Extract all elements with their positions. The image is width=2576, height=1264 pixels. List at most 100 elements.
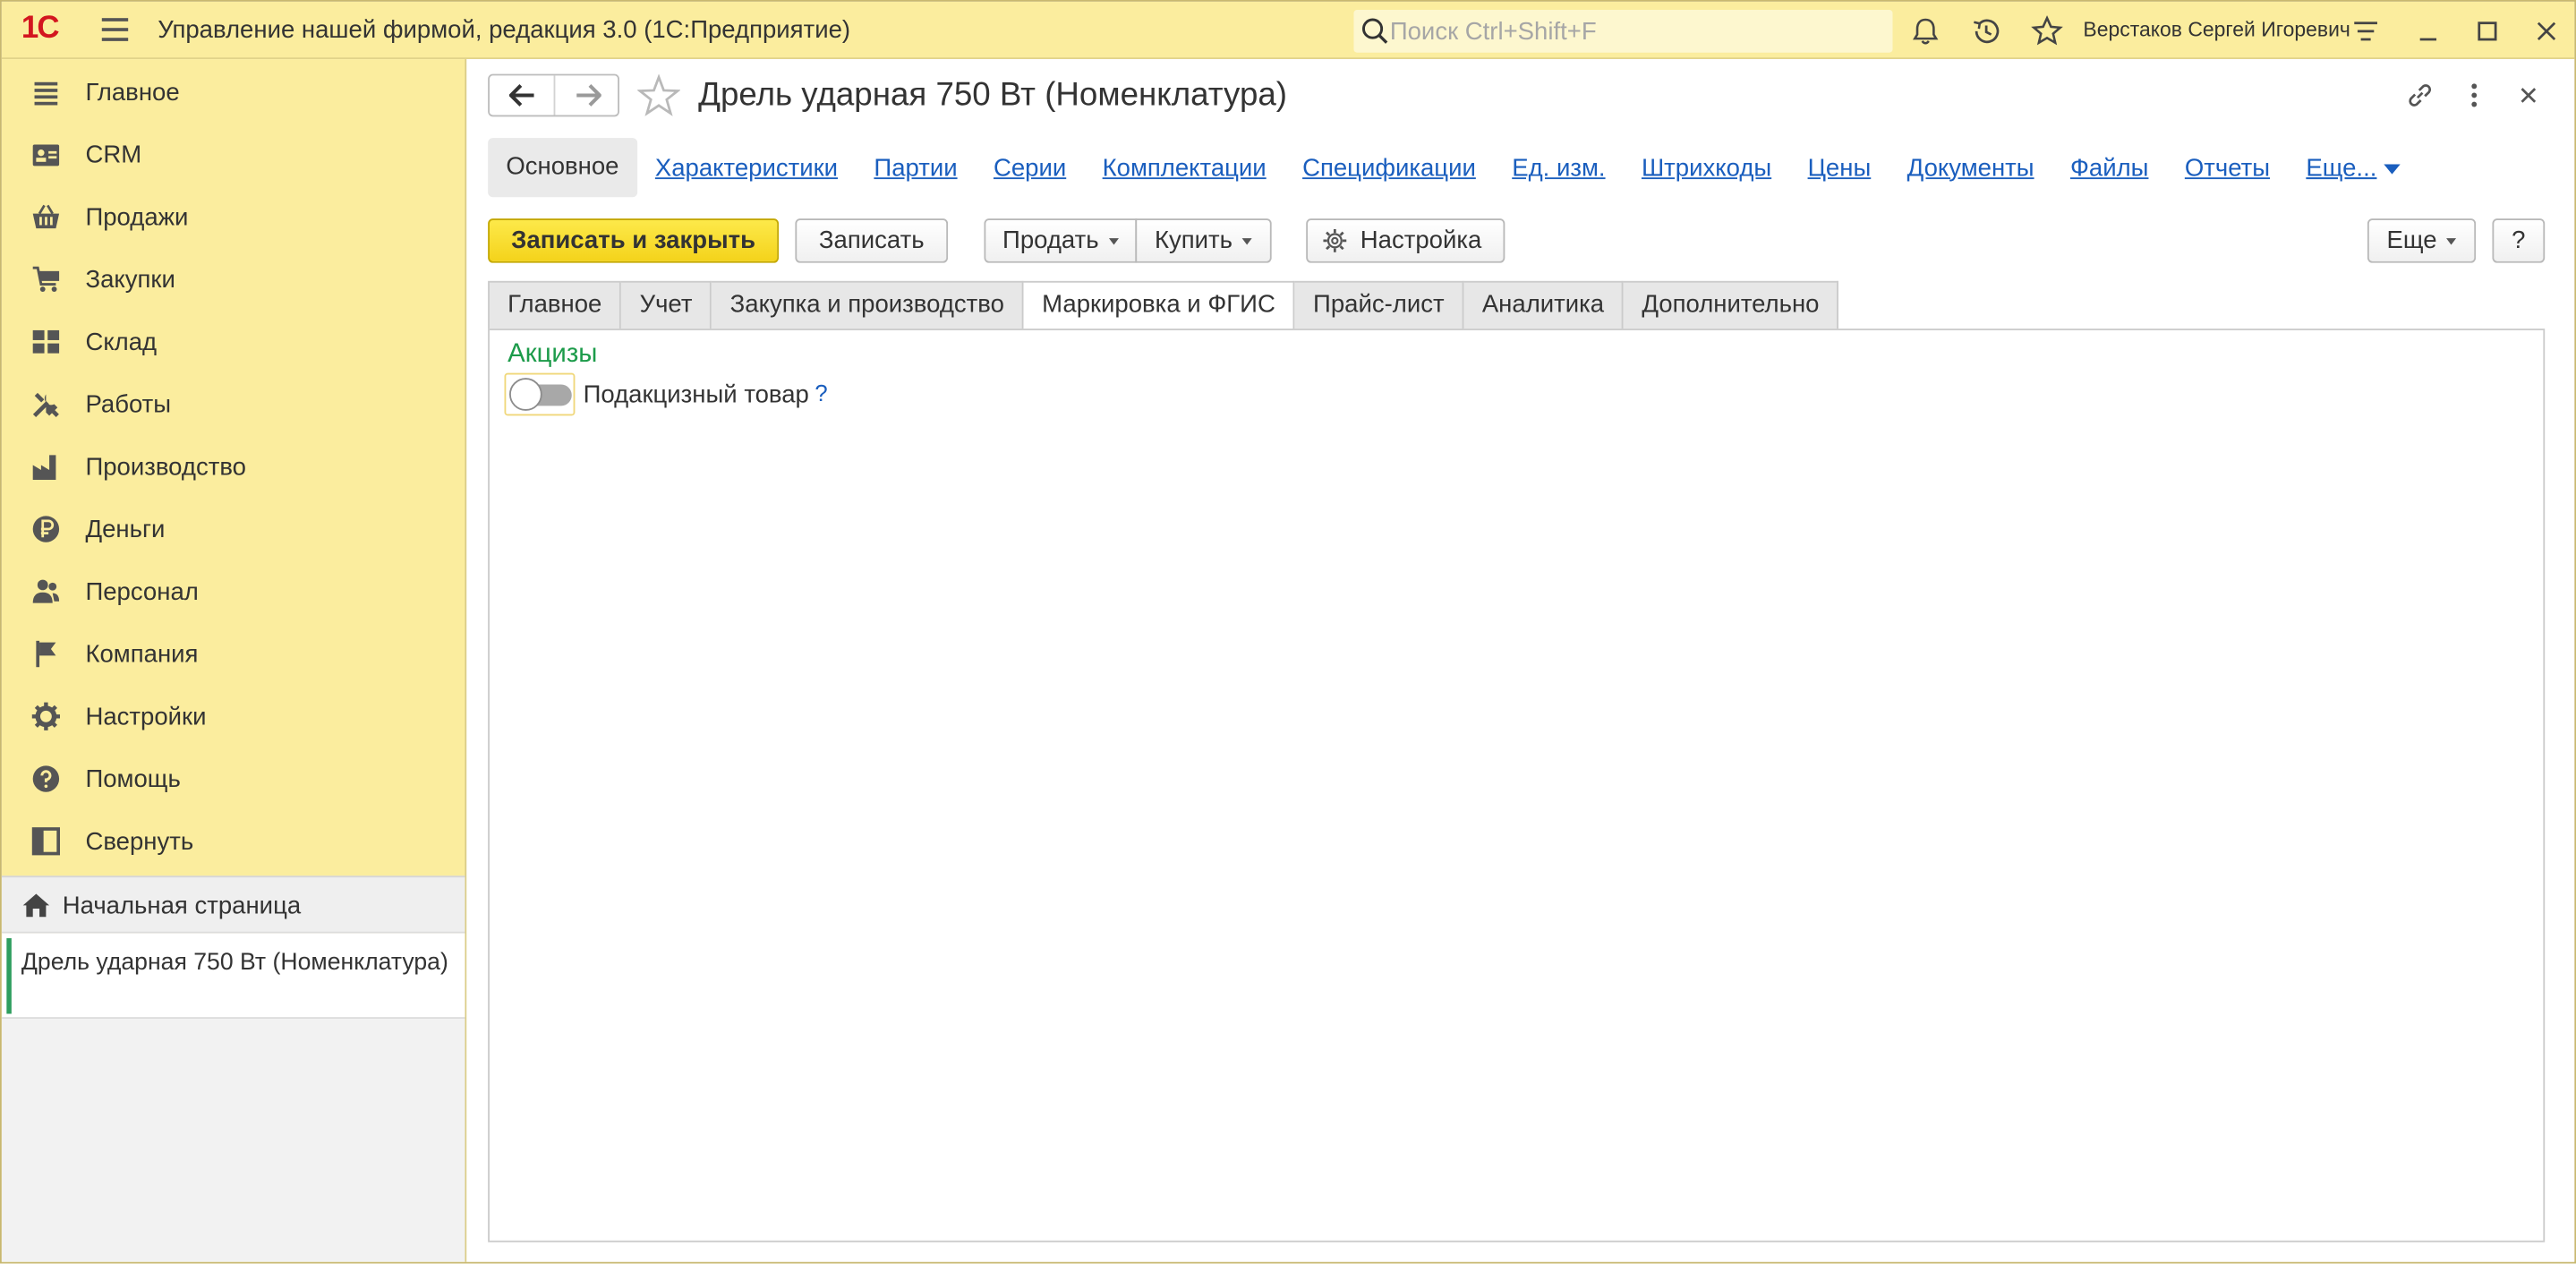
home-page-label: Начальная страница	[62, 892, 302, 920]
sidebar-item-settings[interactable]: Настройки	[2, 685, 465, 747]
sidebar-item-main[interactable]: Главное	[2, 61, 465, 124]
main-menu-icon[interactable]	[101, 18, 129, 41]
sidebar-item-sales[interactable]: Продажи	[2, 185, 465, 248]
help-button[interactable]: ?	[2492, 218, 2546, 263]
tab-main[interactable]: Главное	[488, 280, 622, 330]
arrow-left-icon	[509, 84, 534, 107]
link-units[interactable]: Ед. изм.	[1512, 154, 1605, 182]
link-files[interactable]: Файлы	[2070, 154, 2149, 182]
save-button[interactable]: Записать	[795, 218, 949, 263]
buy-dropdown-button[interactable]: Купить	[1135, 218, 1272, 263]
page-title: Дрель ударная 750 Вт (Номенклатура)	[698, 77, 1287, 114]
more-actions-icon[interactable]	[2458, 79, 2491, 112]
link-characteristics[interactable]: Характеристики	[655, 154, 838, 182]
link-specifications[interactable]: Спецификации	[1302, 154, 1476, 182]
arrow-right-icon	[576, 84, 601, 107]
sidebar-item-help[interactable]: Помощь	[2, 747, 465, 810]
link-more-label: Еще...	[2306, 153, 2377, 182]
form-area: Дрель ударная 750 Вт (Номенклатура) Осно…	[466, 59, 2575, 1262]
search-box[interactable]	[1353, 10, 1893, 53]
tab-content-panel: Акцизы Подакцизный товар ?	[488, 329, 2546, 1243]
list-icon	[34, 81, 58, 106]
cart-icon	[32, 266, 60, 292]
excise-toggle-label: Подакцизный товар	[583, 380, 809, 410]
link-prices[interactable]: Цены	[1808, 154, 1872, 182]
sell-dropdown-button[interactable]: Продать	[984, 218, 1138, 263]
close-icon[interactable]	[2530, 15, 2563, 48]
sidebar-item-label: CRM	[85, 141, 142, 170]
search-input[interactable]	[1389, 14, 1883, 48]
link-documents[interactable]: Документы	[1907, 154, 2034, 182]
add-to-favorites-icon[interactable]	[637, 73, 680, 117]
tab-purchase-production[interactable]: Закупка и производство	[712, 280, 1024, 330]
minimize-icon[interactable]	[2412, 15, 2445, 48]
settings-label: Настройка	[1360, 226, 1482, 255]
warehouse-icon	[32, 329, 60, 354]
more-label: Еще	[2386, 226, 2437, 255]
bell-icon[interactable]	[1909, 15, 1942, 48]
tab-marking-fgis[interactable]: Маркировка и ФГИС	[1023, 280, 1295, 330]
tab-accounting[interactable]: Учет	[621, 280, 712, 330]
sidebar-item-production[interactable]: Производство	[2, 435, 465, 498]
sidebar-item-label: Производство	[85, 453, 246, 482]
sidebar-item-label: Настройки	[85, 703, 207, 731]
forward-button[interactable]	[553, 75, 618, 115]
title-bar: 1С Управление нашей фирмой, редакция 3.0…	[1, 1, 2575, 60]
tab-analytics[interactable]: Аналитика	[1463, 280, 1625, 330]
ruble-icon	[32, 516, 60, 542]
sidebar-item-label: Персонал	[85, 578, 199, 607]
link-icon[interactable]	[2403, 79, 2436, 112]
link-kits[interactable]: Комплектации	[1103, 154, 1267, 182]
link-reports[interactable]: Отчеты	[2185, 154, 2270, 182]
history-icon[interactable]	[1970, 15, 2003, 48]
chevron-down-icon	[2383, 163, 2401, 174]
link-series[interactable]: Серии	[994, 154, 1066, 182]
close-form-icon[interactable]	[2512, 79, 2545, 112]
save-and-close-button[interactable]: Записать и закрыть	[488, 218, 780, 263]
collapse-icon	[31, 827, 60, 856]
sidebar-item-label: Компания	[85, 640, 199, 670]
search-icon	[1361, 18, 1388, 44]
more-dropdown-button[interactable]: Еще	[2367, 218, 2477, 263]
link-barcodes[interactable]: Штрихкоды	[1642, 154, 1771, 182]
contacts-icon	[32, 144, 60, 167]
sidebar-item-label: Склад	[85, 329, 158, 357]
active-indicator	[6, 938, 12, 1014]
chevron-down-icon	[1242, 238, 1253, 245]
excise-toggle[interactable]	[504, 372, 576, 416]
maximize-icon[interactable]	[2471, 15, 2504, 48]
sidebar-item-purchases[interactable]: Закупки	[2, 248, 465, 311]
sidebar-item-label: Продажи	[85, 203, 189, 232]
sidebar-item-company[interactable]: Компания	[2, 623, 465, 686]
sidebar-item-warehouse[interactable]: Склад	[2, 311, 465, 373]
settings-button[interactable]: Настройка	[1306, 218, 1506, 263]
chevron-down-icon	[2446, 238, 2457, 245]
link-main-active[interactable]: Основное	[488, 138, 637, 198]
settings-menu-icon[interactable]	[2350, 15, 2383, 48]
link-batches[interactable]: Партии	[874, 154, 957, 182]
sidebar-item-works[interactable]: Работы	[2, 373, 465, 436]
favorites-star-icon[interactable]	[2031, 15, 2064, 48]
sidebar-item-money[interactable]: Деньги	[2, 498, 465, 560]
sidebar-item-staff[interactable]: Персонал	[2, 560, 465, 623]
sidebar-item-label: Помощь	[85, 765, 181, 794]
sidebar-item-crm[interactable]: CRM	[2, 124, 465, 186]
chevron-down-icon	[1108, 238, 1119, 245]
history-nav	[488, 73, 619, 117]
back-button[interactable]	[490, 75, 554, 115]
link-more-dropdown[interactable]: Еще...	[2306, 153, 2401, 182]
open-window-item[interactable]: Дрель ударная 750 Вт (Номенклатура)	[1, 933, 465, 1020]
sidebar-item-label: Главное	[85, 79, 180, 107]
form-tabs: Главное Учет Закупка и производство Марк…	[488, 280, 1839, 330]
home-icon	[22, 893, 50, 918]
home-page-link[interactable]: Начальная страница	[1, 875, 465, 934]
app-title: Управление нашей фирмой, редакция 3.0 (1…	[158, 16, 851, 45]
flag-icon	[36, 640, 56, 668]
tab-additional[interactable]: Дополнительно	[1624, 280, 1839, 330]
gear-icon	[1323, 228, 1347, 252]
help-icon	[32, 765, 60, 792]
sidebar-item-collapse[interactable]: Свернуть	[2, 810, 465, 873]
user-name[interactable]: Верстаков Сергей Игоревич	[2083, 18, 2350, 41]
tab-price-list[interactable]: Прайс-лист	[1294, 280, 1464, 330]
excise-help-link[interactable]: ?	[815, 380, 827, 406]
